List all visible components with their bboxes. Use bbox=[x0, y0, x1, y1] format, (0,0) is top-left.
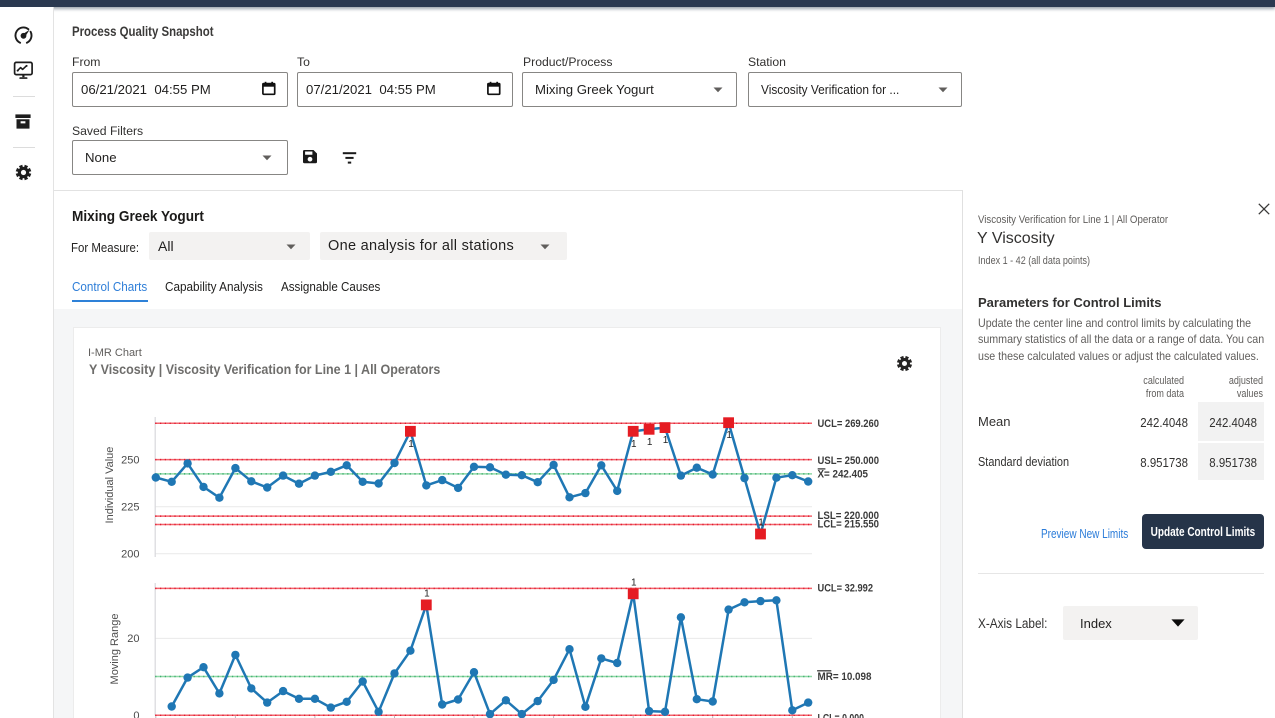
svg-text:MR= 10.098: MR= 10.098 bbox=[818, 671, 872, 683]
svg-text:1: 1 bbox=[758, 518, 764, 529]
svg-text:Moving Range: Moving Range bbox=[109, 614, 121, 685]
svg-text:1: 1 bbox=[726, 430, 732, 441]
svg-text:1: 1 bbox=[663, 435, 669, 446]
svg-text:1: 1 bbox=[647, 437, 653, 448]
svg-text:UCL= 269.260: UCL= 269.260 bbox=[818, 418, 880, 430]
svg-text:Individual Value: Individual Value bbox=[104, 447, 116, 524]
svg-text:1: 1 bbox=[631, 439, 637, 450]
svg-text:225: 225 bbox=[121, 502, 139, 514]
svg-text:UCL= 32.992: UCL= 32.992 bbox=[818, 583, 874, 595]
svg-text:LCL= 0.000: LCL= 0.000 bbox=[818, 713, 865, 718]
svg-text:1: 1 bbox=[424, 588, 430, 599]
svg-text:X= 242.405: X= 242.405 bbox=[818, 469, 869, 481]
svg-text:0: 0 bbox=[133, 710, 139, 718]
svg-text:LCL= 215.550: LCL= 215.550 bbox=[818, 519, 880, 531]
svg-text:20: 20 bbox=[127, 633, 139, 645]
svg-text:250: 250 bbox=[121, 454, 139, 466]
svg-text:USL= 250.000: USL= 250.000 bbox=[818, 455, 880, 467]
svg-text:200: 200 bbox=[121, 549, 139, 561]
svg-text:1: 1 bbox=[631, 577, 637, 588]
svg-text:1: 1 bbox=[408, 439, 414, 450]
